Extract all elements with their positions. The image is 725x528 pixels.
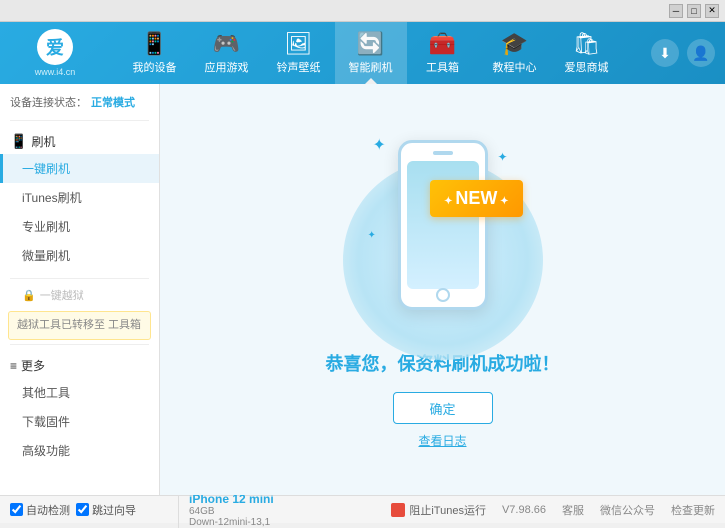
status-value: 正常模式 <box>91 94 135 110</box>
window-controls[interactable]: ─ □ ✕ <box>669 4 719 18</box>
view-log-link[interactable]: 查看日志 <box>418 432 466 449</box>
bottom-right: 阻止iTunes运行 V7.98.66 客服 微信公众号 检查更新 <box>391 502 715 518</box>
nav-right-buttons: ⬇ 👤 <box>651 39 715 67</box>
skip-wizard-checkbox[interactable]: 跳过向导 <box>76 502 136 518</box>
skip-wizard-input[interactable] <box>76 503 89 516</box>
apps-icon: 🎮 <box>213 31 240 57</box>
status-label: 设备连接状态： <box>10 94 87 110</box>
auto-connect-checkbox[interactable]: 自动检测 <box>10 502 70 518</box>
nav-wallpaper[interactable]: 🖼 铃声壁纸 <box>263 22 335 84</box>
nav-store-label: 爱思商城 <box>565 59 609 75</box>
check-update-link[interactable]: 检查更新 <box>671 502 715 518</box>
my-device-icon: 📱 <box>141 31 168 57</box>
lock-icon: 🔒 <box>22 289 36 302</box>
jailbreak-notice: 越狱工具已转移至 工具箱 <box>8 311 151 340</box>
bottom-left: 自动检测 跳过向导 <box>10 502 170 518</box>
sidebar-item-pro-flash[interactable]: 专业刷机 <box>0 212 159 241</box>
wallpaper-icon: 🖼 <box>285 31 313 57</box>
stop-icon <box>391 503 405 517</box>
sidebar-item-micro-flash[interactable]: 微量刷机 <box>0 241 159 270</box>
new-badge: NEW <box>430 180 522 217</box>
flash-section: 📱 刷机 一键刷机 iTunes刷机 专业刷机 微量刷机 <box>0 125 159 274</box>
advanced-label: 高级功能 <box>22 444 70 458</box>
user-button[interactable]: 👤 <box>687 39 715 67</box>
smart-flash-icon: 🔄 <box>357 31 384 57</box>
maximize-button[interactable]: □ <box>687 4 701 18</box>
phone-speaker <box>433 151 453 155</box>
nav-toolbox-label: 工具箱 <box>426 59 459 75</box>
sidebar-item-download-firmware[interactable]: 下载固件 <box>0 407 159 436</box>
tutorials-icon: 🎓 <box>501 31 528 57</box>
main-content: NEW ✦ ✦ ✦ 恭喜您，保资料刷机成功啦！ 确定 查看日志 <box>160 84 725 495</box>
micro-flash-label: 微量刷机 <box>22 249 70 263</box>
wechat-link[interactable]: 微信公众号 <box>600 502 655 518</box>
jailbreak-notice-text: 越狱工具已转移至 工具箱 <box>17 319 141 331</box>
flash-section-header: 📱 刷机 <box>0 129 159 154</box>
flash-section-icon: 📱 <box>10 133 27 150</box>
device-info: iPhone 12 mini 64GB Down-12mini-13,1 <box>178 492 284 528</box>
nav-apps[interactable]: 🎮 应用游戏 <box>191 22 263 84</box>
download-firmware-label: 下载固件 <box>22 415 70 429</box>
device-storage: 64GB <box>189 506 274 517</box>
nav-wallpaper-label: 铃声壁纸 <box>277 59 321 75</box>
sparkle-1: ✦ <box>373 135 386 155</box>
main-area: 设备连接状态： 正常模式 📱 刷机 一键刷机 iTunes刷机 专业刷机 微量刷… <box>0 84 725 495</box>
nav-my-device[interactable]: 📱 我的设备 <box>119 22 191 84</box>
jailbreak-section-header: 🔒 一键越狱 <box>0 283 159 307</box>
pro-flash-label: 专业刷机 <box>22 220 70 234</box>
logo-icon: 爱 <box>37 29 73 65</box>
title-bar: ─ □ ✕ <box>0 0 725 22</box>
sidebar: 设备连接状态： 正常模式 📱 刷机 一键刷机 iTunes刷机 专业刷机 微量刷… <box>0 84 160 495</box>
sparkle-2: ✦ <box>497 150 507 164</box>
nav-toolbox[interactable]: 🧰 工具箱 <box>407 22 479 84</box>
more-section-label: 更多 <box>21 357 45 374</box>
auto-connect-label: 自动检测 <box>26 502 70 518</box>
logo-subtext: www.i4.cn <box>35 67 76 77</box>
more-section-icon: ≡ <box>10 359 17 373</box>
logo-area[interactable]: 爱 www.i4.cn <box>10 29 100 77</box>
more-section: ≡ 更多 其他工具 下载固件 高级功能 <box>0 349 159 469</box>
version-label: V7.98.66 <box>502 504 546 516</box>
nav-tutorials-label: 教程中心 <box>493 59 537 75</box>
sidebar-item-one-click-flash[interactable]: 一键刷机 <box>0 154 159 183</box>
customer-service-link[interactable]: 客服 <box>562 502 584 518</box>
divider-3 <box>10 344 149 345</box>
nav-apps-label: 应用游戏 <box>205 59 249 75</box>
nav-bar: 📱 我的设备 🎮 应用游戏 🖼 铃声壁纸 🔄 智能刷机 🧰 工具箱 🎓 教程中心… <box>100 22 641 84</box>
itunes-flash-label: iTunes刷机 <box>22 191 82 205</box>
close-button[interactable]: ✕ <box>705 4 719 18</box>
toolbox-icon: 🧰 <box>429 31 456 57</box>
other-tools-label: 其他工具 <box>22 386 70 400</box>
phone-body <box>398 140 488 310</box>
sparkle-3: ✦ <box>368 230 376 241</box>
sidebar-item-itunes-flash[interactable]: iTunes刷机 <box>0 183 159 212</box>
skip-wizard-label: 跳过向导 <box>92 502 136 518</box>
download-button[interactable]: ⬇ <box>651 39 679 67</box>
nav-smart-flash-label: 智能刷机 <box>349 59 393 75</box>
more-section-header: ≡ 更多 <box>0 353 159 378</box>
stop-itunes-button[interactable]: 阻止iTunes运行 <box>391 502 486 518</box>
jailbreak-label: 一键越狱 <box>40 287 84 303</box>
stop-itunes-label: 阻止iTunes运行 <box>409 502 486 518</box>
divider-1 <box>10 120 149 121</box>
divider-2 <box>10 278 149 279</box>
one-click-flash-label: 一键刷机 <box>22 162 70 176</box>
nav-tutorials[interactable]: 🎓 教程中心 <box>479 22 551 84</box>
nav-smart-flash[interactable]: 🔄 智能刷机 <box>335 22 407 84</box>
flash-section-label: 刷机 <box>31 133 55 150</box>
nav-my-device-label: 我的设备 <box>133 59 177 75</box>
sidebar-item-other-tools[interactable]: 其他工具 <box>0 378 159 407</box>
confirm-button[interactable]: 确定 <box>393 392 493 424</box>
phone-home-button <box>436 288 450 302</box>
store-icon: 🛍 <box>573 31 601 57</box>
phone-illustration: NEW ✦ ✦ ✦ <box>363 130 523 330</box>
auto-connect-input[interactable] <box>10 503 23 516</box>
device-status: 设备连接状态： 正常模式 <box>0 88 159 116</box>
bottom-bar: 自动检测 跳过向导 iPhone 12 mini 64GB Down-12min… <box>0 495 725 523</box>
header: 爱 www.i4.cn 📱 我的设备 🎮 应用游戏 🖼 铃声壁纸 🔄 智能刷机 … <box>0 22 725 84</box>
nav-store[interactable]: 🛍 爱思商城 <box>551 22 623 84</box>
sidebar-item-advanced[interactable]: 高级功能 <box>0 436 159 465</box>
device-model: Down-12mini-13,1 <box>189 517 274 528</box>
minimize-button[interactable]: ─ <box>669 4 683 18</box>
